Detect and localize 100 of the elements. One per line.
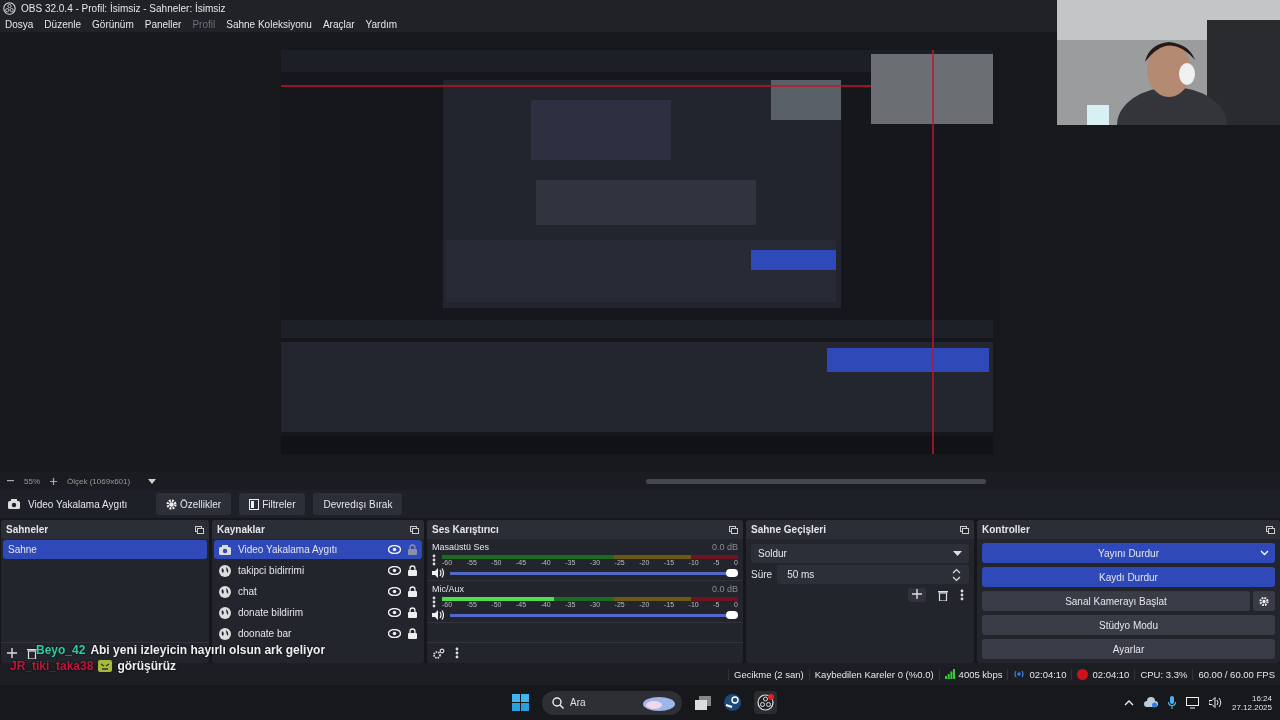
- globe-icon: [219, 585, 231, 598]
- control-button[interactable]: Yayını Durdur: [982, 543, 1275, 563]
- gear-icon: [1259, 595, 1269, 607]
- toolbar-button[interactable]: Özellikler: [156, 493, 232, 515]
- globe-icon: [219, 606, 231, 619]
- control-button[interactable]: Kaydı Durdur: [982, 567, 1275, 587]
- microphone-icon[interactable]: [1167, 696, 1176, 709]
- toolbar-button[interactable]: Devredışı Bırak: [313, 493, 403, 515]
- source-item[interactable]: doonate bar: [214, 624, 422, 643]
- monitor-icon[interactable]: [1185, 696, 1199, 709]
- panel-title: Kaynaklar: [217, 524, 265, 535]
- more-icon[interactable]: [455, 647, 459, 659]
- cloud-icon: [642, 694, 676, 711]
- status-text: 02:04:10: [1092, 668, 1130, 680]
- filter-icon: [249, 498, 260, 510]
- chat-username: JR_tiki_taka38: [10, 659, 94, 673]
- search-icon: [552, 696, 564, 709]
- menu-item[interactable]: Sahne Koleksiyonu: [226, 18, 312, 30]
- settings-button[interactable]: [1253, 591, 1275, 611]
- channel-name: Mic/Aux: [432, 584, 464, 594]
- duration-field[interactable]: 50 ms: [777, 565, 969, 584]
- volume-slider-fill[interactable]: [450, 613, 738, 617]
- undock-icon[interactable]: [1266, 525, 1275, 534]
- add-icon[interactable]: [912, 589, 922, 599]
- transition-dropdown[interactable]: Soldur: [751, 544, 969, 563]
- scene-item[interactable]: Sahne: [3, 540, 207, 559]
- undock-icon[interactable]: [410, 525, 419, 534]
- trash-icon[interactable]: [27, 647, 37, 659]
- caret-icon: [148, 478, 157, 484]
- control-button[interactable]: Sanal Kamerayı Başlat: [982, 591, 1250, 611]
- more-icon[interactable]: [960, 589, 964, 601]
- status-text: Gecikme (2 san): [734, 668, 804, 680]
- record-icon: [1077, 668, 1089, 680]
- panel-title: Ses Karıştırıcı: [432, 524, 499, 535]
- menu-item[interactable]: Görünüm: [92, 18, 134, 30]
- panel-title: Sahne Geçişleri: [751, 524, 827, 535]
- panel-title: Kontroller: [982, 524, 1030, 535]
- spinner-arrows-icon[interactable]: [952, 567, 961, 582]
- speaker-icon[interactable]: [432, 568, 444, 578]
- camera-icon: [8, 499, 20, 509]
- broadcast-icon: [1013, 669, 1026, 679]
- eye-icon[interactable]: [388, 566, 401, 575]
- menu-item[interactable]: Yardım: [365, 18, 398, 30]
- toolbar-button[interactable]: Filtreler: [239, 493, 306, 515]
- settings-icon[interactable]: [433, 647, 445, 659]
- clock-date: 27.12.2025: [1231, 702, 1272, 712]
- more-icon[interactable]: [432, 554, 436, 566]
- cloud-icon[interactable]: [1143, 697, 1158, 708]
- scale-dropdown[interactable]: Ölçek (1069x601): [67, 476, 157, 486]
- obs-app-icon[interactable]: [754, 691, 777, 714]
- eye-icon[interactable]: [388, 629, 401, 638]
- lock-icon[interactable]: [408, 586, 417, 597]
- eye-icon[interactable]: [388, 587, 401, 596]
- undock-icon[interactable]: [195, 525, 204, 534]
- menu-item[interactable]: Araçlar: [322, 18, 355, 30]
- status-text: 60.00 / 60.00 FPS: [1198, 668, 1275, 680]
- source-item[interactable]: takipci bidirrimi: [214, 561, 422, 580]
- duration-label: Süre: [751, 569, 773, 580]
- chat-message: görüşürüz: [117, 659, 177, 673]
- chevron-up-icon[interactable]: [1123, 699, 1134, 706]
- panel-title: Sahneler: [6, 524, 49, 535]
- source-item[interactable]: donate bildirim: [214, 603, 422, 622]
- lock-icon[interactable]: [408, 607, 417, 618]
- eye-icon[interactable]: [388, 608, 401, 617]
- globe-icon: [219, 564, 231, 577]
- volume-reading: 0.0 dB: [711, 584, 738, 594]
- speaker-icon[interactable]: [432, 610, 444, 620]
- menu-item[interactable]: Dosya: [5, 18, 34, 30]
- gear-icon: [166, 498, 177, 510]
- menu-item[interactable]: Paneller: [144, 18, 182, 30]
- menu-item[interactable]: Düzenle: [44, 18, 82, 30]
- lock-icon[interactable]: [408, 628, 417, 639]
- control-button[interactable]: Ayarlar: [982, 639, 1275, 659]
- control-button[interactable]: Stüdyo Modu: [982, 615, 1275, 635]
- signal-bars-icon: [944, 669, 955, 679]
- source-item[interactable]: Video Yakalama Aygıtı: [214, 540, 422, 559]
- add-icon[interactable]: [7, 648, 17, 658]
- undock-icon[interactable]: [729, 525, 738, 534]
- window-title: OBS 32.0.4 - Profil: İsimsiz - Sahneler: İsimsiz: [21, 2, 226, 14]
- channel-name: Masaüstü Ses: [432, 542, 490, 552]
- trash-icon[interactable]: [938, 589, 948, 601]
- more-icon[interactable]: [432, 596, 436, 608]
- app-logo-icon: [3, 1, 16, 15]
- task-view-icon[interactable]: [695, 695, 711, 710]
- status-text: 4005 kbps: [958, 668, 1003, 680]
- volume-reading: 0.0 dB: [711, 542, 738, 552]
- volume-slider-fill[interactable]: [450, 571, 738, 575]
- windows-start-icon[interactable]: [512, 694, 529, 711]
- status-text: CPU: 3.3%: [1140, 668, 1188, 680]
- undock-icon[interactable]: [960, 525, 969, 534]
- speaker-icon[interactable]: [1208, 697, 1222, 708]
- zoom-level: 55%: [24, 476, 40, 486]
- horizontal-scrollbar[interactable]: [646, 478, 987, 484]
- eye-icon[interactable]: [388, 545, 401, 554]
- zoom-in-icon[interactable]: [50, 477, 57, 485]
- globe-icon: [219, 627, 231, 640]
- lock-icon[interactable]: [408, 565, 417, 576]
- source-item[interactable]: chat: [214, 582, 422, 601]
- chat-username: Beyo_42: [36, 643, 86, 657]
- steam-app-icon[interactable]: [724, 694, 741, 711]
